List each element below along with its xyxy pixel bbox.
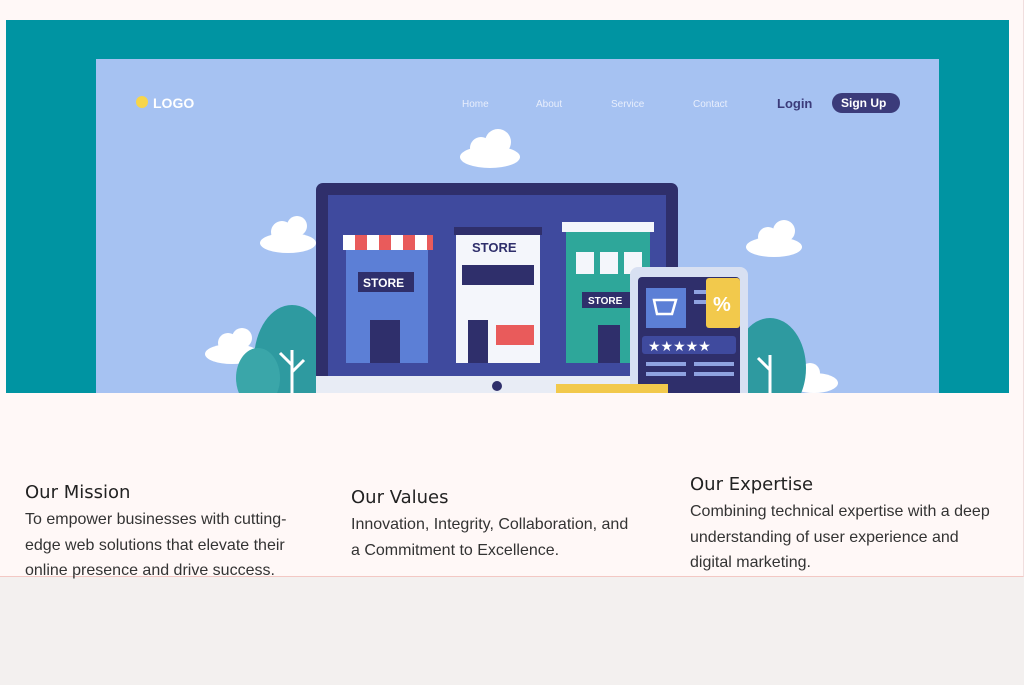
values-title: Our Values: [351, 487, 449, 508]
expertise-title: Our Expertise: [690, 474, 814, 495]
discount-percent: %: [713, 294, 731, 316]
store-sign-left: STORE: [363, 276, 404, 290]
phone-card: % ★★★★★: [630, 267, 748, 393]
expertise-section: Our Expertise Combining technical expert…: [690, 474, 990, 576]
values-text: Innovation, Integrity, Collaboration, an…: [351, 516, 629, 559]
mock-login-link: Login: [777, 96, 812, 111]
rating-stars: ★★★★★: [648, 339, 711, 355]
store-left: STORE: [343, 235, 433, 363]
mission-text: To empower businesses with cutting-edge …: [25, 511, 287, 579]
mission-section: Our Mission To empower businesses with c…: [25, 482, 305, 584]
monitor-camera: [492, 381, 502, 391]
logo-text: LOGO: [153, 95, 194, 111]
expertise-text: Combining technical expertise with a dee…: [690, 503, 990, 571]
values-section: Our Values Innovation, Integrity, Collab…: [351, 487, 641, 563]
hero-image: LOGO Home About Service Contact Login Si…: [6, 20, 1009, 393]
store-sign-middle: STORE: [472, 240, 517, 255]
mock-nav-service: Service: [611, 99, 645, 110]
store-middle: STORE: [454, 227, 542, 363]
mock-nav-contact: Contact: [693, 99, 728, 110]
page: LOGO Home About Service Contact Login Si…: [0, 0, 1024, 579]
mock-nav-home: Home: [462, 99, 489, 110]
mock-nav-about: About: [536, 99, 562, 110]
hero-illustration: LOGO Home About Service Contact Login Si…: [96, 59, 939, 393]
mission-title: Our Mission: [25, 482, 131, 503]
yellow-card: [556, 384, 668, 393]
logo-icon: [136, 96, 148, 108]
mock-signup-label: Sign Up: [841, 96, 886, 110]
store-sign-right: STORE: [588, 296, 623, 307]
